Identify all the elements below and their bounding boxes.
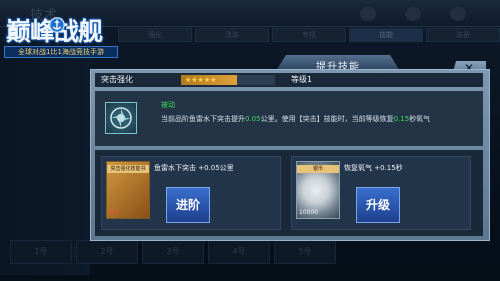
upgrade-options: 突击强化技能书 0/1 鱼雷水下突击 +0.05公里 进阶 银币 10000 恢… xyxy=(95,150,483,236)
desc-text: 公里。使用【突击】技能时，当前等级恢复 xyxy=(260,115,394,123)
skill-info: 被动 当前品阶鱼雷水下突击提升0.05公里。使用【突击】技能时，当前等级恢复0.… xyxy=(95,91,483,146)
skill-book-icon: 突击强化技能书 0/1 xyxy=(106,161,150,219)
upgrade-effect: 恢复氧气 +0.15秒 xyxy=(344,164,403,172)
desc-text: 秒氧气 xyxy=(409,115,431,123)
item-count: 0/1 xyxy=(109,209,119,216)
dialog-frame: 突击强化 ★★★★★ 等级1 被动 当前品阶鱼雷水下突击提升0.05公里。使用【… xyxy=(90,69,490,241)
desc-text: 当前品阶鱼雷水下突击提升 xyxy=(161,115,245,123)
skill-description: 当前品阶鱼雷水下突击提升0.05公里。使用【突击】技能时，当前等级恢复0.15秒… xyxy=(161,114,479,125)
upgrade-card: 银币 10000 恢复氧气 +0.15秒 升级 xyxy=(291,156,471,230)
skill-name: 突击强化 xyxy=(101,75,133,84)
desc-value: 0.05 xyxy=(245,115,261,123)
passive-label: 被动 xyxy=(161,101,175,109)
turbine-icon xyxy=(110,107,132,129)
skill-icon xyxy=(105,102,137,134)
upgrade-skill-dialog: 提升技能 ✕ 突击强化 ★★★★★ 等级1 被动 当前品阶鱼雷水下突击提升0.0… xyxy=(90,55,490,241)
star-icon: ★★★★★ xyxy=(185,76,217,84)
item-tag: 突击强化技能书 xyxy=(107,165,149,173)
silver-coins-icon: 银币 10000 xyxy=(296,161,340,219)
skill-level: 等级1 xyxy=(291,75,313,84)
anchor-badge-icon xyxy=(49,17,65,33)
advance-card: 突击强化技能书 0/1 鱼雷水下突击 +0.05公里 进阶 xyxy=(101,156,281,230)
item-tag: 银币 xyxy=(297,165,339,173)
skill-header: 突击强化 ★★★★★ 等级1 xyxy=(95,73,483,87)
advance-effect: 鱼雷水下突击 +0.05公里 xyxy=(154,164,234,172)
item-count: 10000 xyxy=(299,209,319,216)
advance-button[interactable]: 进阶 xyxy=(166,187,210,223)
game-logo: 巅峰战舰 全球对战1比1海战竞技手游 xyxy=(0,2,122,58)
upgrade-button[interactable]: 升级 xyxy=(356,187,400,223)
desc-value: 0.15 xyxy=(393,115,410,123)
star-rating: ★★★★★ xyxy=(181,75,275,85)
